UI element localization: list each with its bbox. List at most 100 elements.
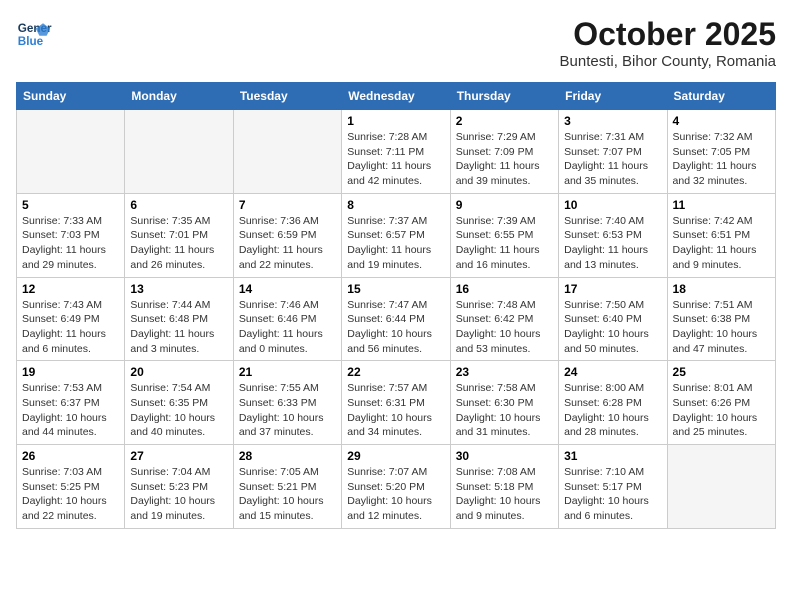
day-info: Sunrise: 7:07 AM Sunset: 5:20 PM Dayligh… <box>347 465 444 524</box>
weekday-header-friday: Friday <box>559 83 667 110</box>
day-info: Sunrise: 7:10 AM Sunset: 5:17 PM Dayligh… <box>564 465 661 524</box>
calendar-cell: 18 Sunrise: 7:51 AM Sunset: 6:38 PM Dayli… <box>667 277 775 361</box>
day-number: 11 <box>673 198 770 212</box>
calendar-cell: 17 Sunrise: 7:50 AM Sunset: 6:40 PM Dayli… <box>559 277 667 361</box>
weekday-header-saturday: Saturday <box>667 83 775 110</box>
calendar-cell: 15 Sunrise: 7:47 AM Sunset: 6:44 PM Dayli… <box>342 277 450 361</box>
day-info: Sunrise: 7:54 AM Sunset: 6:35 PM Dayligh… <box>130 381 227 440</box>
calendar-cell: 2 Sunrise: 7:29 AM Sunset: 7:09 PM Daylig… <box>450 110 558 194</box>
day-info: Sunrise: 7:48 AM Sunset: 6:42 PM Dayligh… <box>456 298 553 357</box>
day-info: Sunrise: 7:03 AM Sunset: 5:25 PM Dayligh… <box>22 465 119 524</box>
day-number: 9 <box>456 198 553 212</box>
calendar-cell: 9 Sunrise: 7:39 AM Sunset: 6:55 PM Daylig… <box>450 193 558 277</box>
day-number: 7 <box>239 198 336 212</box>
day-number: 16 <box>456 282 553 296</box>
day-number: 12 <box>22 282 119 296</box>
day-info: Sunrise: 7:31 AM Sunset: 7:07 PM Dayligh… <box>564 130 661 189</box>
day-number: 1 <box>347 114 444 128</box>
calendar-cell: 11 Sunrise: 7:42 AM Sunset: 6:51 PM Dayli… <box>667 193 775 277</box>
day-number: 8 <box>347 198 444 212</box>
calendar-cell: 23 Sunrise: 7:58 AM Sunset: 6:30 PM Dayli… <box>450 361 558 445</box>
day-number: 13 <box>130 282 227 296</box>
weekday-header-row: SundayMondayTuesdayWednesdayThursdayFrid… <box>17 83 776 110</box>
day-info: Sunrise: 7:36 AM Sunset: 6:59 PM Dayligh… <box>239 214 336 273</box>
calendar-cell: 21 Sunrise: 7:55 AM Sunset: 6:33 PM Dayli… <box>233 361 341 445</box>
calendar-cell: 3 Sunrise: 7:31 AM Sunset: 7:07 PM Daylig… <box>559 110 667 194</box>
calendar-cell: 26 Sunrise: 7:03 AM Sunset: 5:25 PM Dayli… <box>17 445 125 529</box>
day-number: 10 <box>564 198 661 212</box>
svg-text:Blue: Blue <box>18 35 44 48</box>
calendar-cell: 28 Sunrise: 7:05 AM Sunset: 5:21 PM Dayli… <box>233 445 341 529</box>
title-block: October 2025 Buntesti, Bihor County, Rom… <box>560 16 777 70</box>
day-number: 20 <box>130 365 227 379</box>
week-row-1: 1 Sunrise: 7:28 AM Sunset: 7:11 PM Daylig… <box>17 110 776 194</box>
day-info: Sunrise: 7:32 AM Sunset: 7:05 PM Dayligh… <box>673 130 770 189</box>
page-header: General Blue October 2025 Buntesti, Biho… <box>16 16 776 70</box>
calendar-cell: 4 Sunrise: 7:32 AM Sunset: 7:05 PM Daylig… <box>667 110 775 194</box>
day-number: 3 <box>564 114 661 128</box>
day-info: Sunrise: 7:28 AM Sunset: 7:11 PM Dayligh… <box>347 130 444 189</box>
weekday-header-tuesday: Tuesday <box>233 83 341 110</box>
calendar-cell: 19Sunrise: 7:53 AM Sunset: 6:37 PM Dayli… <box>17 361 125 445</box>
day-info: Sunrise: 8:00 AM Sunset: 6:28 PM Dayligh… <box>564 381 661 440</box>
day-number: 15 <box>347 282 444 296</box>
calendar-cell: 14Sunrise: 7:46 AM Sunset: 6:46 PM Dayli… <box>233 277 341 361</box>
day-number: 23 <box>456 365 553 379</box>
calendar-cell: 30 Sunrise: 7:08 AM Sunset: 5:18 PM Dayli… <box>450 445 558 529</box>
calendar-cell: 7 Sunrise: 7:36 AM Sunset: 6:59 PM Daylig… <box>233 193 341 277</box>
calendar-cell: 6 Sunrise: 7:35 AM Sunset: 7:01 PM Daylig… <box>125 193 233 277</box>
week-row-3: 12 Sunrise: 7:43 AM Sunset: 6:49 PM Dayli… <box>17 277 776 361</box>
calendar-cell: 20 Sunrise: 7:54 AM Sunset: 6:35 PM Dayli… <box>125 361 233 445</box>
day-info: Sunrise: 7:04 AM Sunset: 5:23 PM Dayligh… <box>130 465 227 524</box>
day-number: 4 <box>673 114 770 128</box>
day-number: 19 <box>22 365 119 379</box>
calendar-cell: 12 Sunrise: 7:43 AM Sunset: 6:49 PM Dayli… <box>17 277 125 361</box>
day-info: Sunrise: 7:47 AM Sunset: 6:44 PM Dayligh… <box>347 298 444 357</box>
calendar-cell <box>125 110 233 194</box>
day-info: Sunrise: 7:51 AM Sunset: 6:38 PM Dayligh… <box>673 298 770 357</box>
logo: General Blue <box>16 16 52 52</box>
day-number: 27 <box>130 449 227 463</box>
weekday-header-monday: Monday <box>125 83 233 110</box>
day-number: 21 <box>239 365 336 379</box>
day-number: 31 <box>564 449 661 463</box>
day-number: 28 <box>239 449 336 463</box>
calendar-cell: 16 Sunrise: 7:48 AM Sunset: 6:42 PM Dayli… <box>450 277 558 361</box>
day-number: 26 <box>22 449 119 463</box>
day-number: 30 <box>456 449 553 463</box>
calendar-cell: 27 Sunrise: 7:04 AM Sunset: 5:23 PM Dayli… <box>125 445 233 529</box>
day-info: Sunrise: 7:37 AM Sunset: 6:57 PM Dayligh… <box>347 214 444 273</box>
day-info: Sunrise: 7:35 AM Sunset: 7:01 PM Dayligh… <box>130 214 227 273</box>
calendar-cell: 10Sunrise: 7:40 AM Sunset: 6:53 PM Dayli… <box>559 193 667 277</box>
weekday-header-thursday: Thursday <box>450 83 558 110</box>
calendar-cell: 24Sunrise: 8:00 AM Sunset: 6:28 PM Dayli… <box>559 361 667 445</box>
day-number: 22 <box>347 365 444 379</box>
day-info: Sunrise: 7:58 AM Sunset: 6:30 PM Dayligh… <box>456 381 553 440</box>
day-info: Sunrise: 7:57 AM Sunset: 6:31 PM Dayligh… <box>347 381 444 440</box>
day-number: 29 <box>347 449 444 463</box>
day-info: Sunrise: 7:50 AM Sunset: 6:40 PM Dayligh… <box>564 298 661 357</box>
day-info: Sunrise: 7:43 AM Sunset: 6:49 PM Dayligh… <box>22 298 119 357</box>
week-row-4: 19Sunrise: 7:53 AM Sunset: 6:37 PM Dayli… <box>17 361 776 445</box>
calendar-cell: 29 Sunrise: 7:07 AM Sunset: 5:20 PM Dayli… <box>342 445 450 529</box>
day-number: 25 <box>673 365 770 379</box>
day-info: Sunrise: 7:33 AM Sunset: 7:03 PM Dayligh… <box>22 214 119 273</box>
weekday-header-wednesday: Wednesday <box>342 83 450 110</box>
day-number: 5 <box>22 198 119 212</box>
month-title: October 2025 <box>560 16 777 53</box>
day-info: Sunrise: 7:29 AM Sunset: 7:09 PM Dayligh… <box>456 130 553 189</box>
day-number: 2 <box>456 114 553 128</box>
day-number: 17 <box>564 282 661 296</box>
day-info: Sunrise: 7:39 AM Sunset: 6:55 PM Dayligh… <box>456 214 553 273</box>
calendar-cell: 25Sunrise: 8:01 AM Sunset: 6:26 PM Dayli… <box>667 361 775 445</box>
day-number: 6 <box>130 198 227 212</box>
day-info: Sunrise: 7:08 AM Sunset: 5:18 PM Dayligh… <box>456 465 553 524</box>
calendar-cell: 1 Sunrise: 7:28 AM Sunset: 7:11 PM Daylig… <box>342 110 450 194</box>
week-row-2: 5 Sunrise: 7:33 AM Sunset: 7:03 PM Daylig… <box>17 193 776 277</box>
day-info: Sunrise: 7:42 AM Sunset: 6:51 PM Dayligh… <box>673 214 770 273</box>
day-info: Sunrise: 7:55 AM Sunset: 6:33 PM Dayligh… <box>239 381 336 440</box>
day-number: 18 <box>673 282 770 296</box>
weekday-header-sunday: Sunday <box>17 83 125 110</box>
day-info: Sunrise: 7:05 AM Sunset: 5:21 PM Dayligh… <box>239 465 336 524</box>
calendar-cell <box>17 110 125 194</box>
